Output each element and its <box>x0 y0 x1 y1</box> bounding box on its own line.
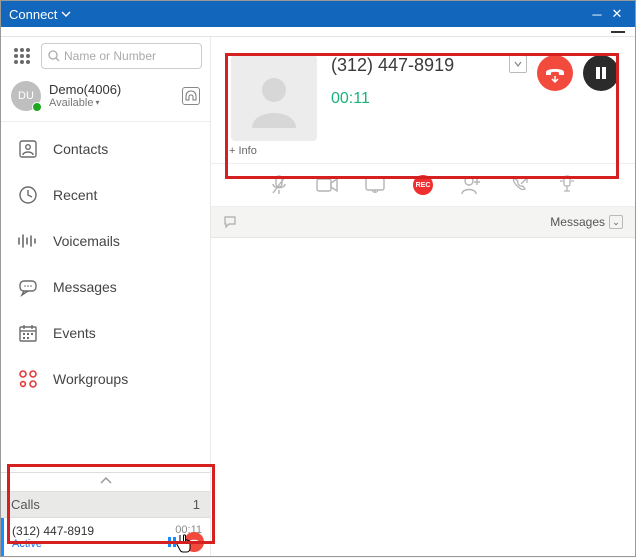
window-titlebar: Connect ─ ✕ <box>1 1 635 27</box>
messages-strip: Messages ⌄ <box>211 207 635 238</box>
hangup-icon <box>544 62 566 84</box>
caller-avatar <box>231 55 317 141</box>
active-call-card: (312) 447-8919 00:11 <box>211 37 635 145</box>
nav-label: Events <box>53 325 96 341</box>
calls-header[interactable]: Calls 1 <box>1 491 210 518</box>
nav-events[interactable]: Events <box>1 310 210 356</box>
nav-label: Recent <box>53 187 97 203</box>
transfer-button[interactable] <box>508 174 530 196</box>
user-avatar: DU <box>11 81 41 111</box>
video-button[interactable] <box>316 174 338 196</box>
sub-toolbar <box>1 27 635 37</box>
hangup-button[interactable] <box>537 55 573 91</box>
nav-label: Workgroups <box>53 371 128 387</box>
nav-label: Contacts <box>53 141 108 157</box>
minimize-button[interactable]: ─ <box>587 7 607 22</box>
app-title: Connect <box>9 7 57 22</box>
mini-hold-button[interactable] <box>162 532 182 552</box>
calls-panel: Calls 1 (312) 447-8919 00:11 Active <box>1 472 210 556</box>
voicemail-quick-icon[interactable] <box>182 87 200 105</box>
chevron-down-icon <box>514 60 522 68</box>
call-list-item[interactable]: (312) 447-8919 00:11 Active <box>1 518 210 556</box>
clock-icon <box>17 184 39 206</box>
calendar-icon <box>17 322 39 344</box>
info-expand[interactable]: + Info <box>211 145 635 163</box>
contacts-icon <box>17 138 39 160</box>
nav-recent[interactable]: Recent <box>1 172 210 218</box>
chevron-up-icon <box>99 476 113 486</box>
messages-label: Messages <box>550 215 605 229</box>
record-button[interactable]: REC <box>412 174 434 196</box>
nav-voicemails[interactable]: Voicemails <box>1 218 210 264</box>
screenshare-button[interactable] <box>364 174 386 196</box>
hold-button[interactable] <box>583 55 619 91</box>
chevron-down-icon[interactable] <box>61 9 71 19</box>
close-button[interactable]: ✕ <box>607 6 627 22</box>
search-input[interactable] <box>64 49 195 63</box>
presence-available-icon <box>32 102 42 112</box>
caller-number: (312) 447-8919 <box>331 55 454 76</box>
messages-icon <box>17 276 39 298</box>
mute-button[interactable] <box>268 174 290 196</box>
pause-icon <box>593 65 609 81</box>
calls-header-label: Calls <box>11 497 40 512</box>
nav-workgroups[interactable]: Workgroups <box>1 356 210 402</box>
user-initials: DU <box>18 90 34 102</box>
comment-icon[interactable] <box>223 215 237 229</box>
nav-list: Contacts Recent Voicemails Messages Even… <box>1 122 210 406</box>
voicemail-icon <box>17 230 39 252</box>
user-name: Demo(4006) <box>49 83 174 97</box>
user-status[interactable]: Available▾ <box>49 97 174 109</box>
call-options-dropdown[interactable] <box>509 55 527 73</box>
nav-contacts[interactable]: Contacts <box>1 126 210 172</box>
workgroups-icon <box>17 368 39 390</box>
calls-collapse-toggle[interactable] <box>1 473 210 491</box>
record-icon: REC <box>413 175 433 195</box>
chevron-down-icon: ⌄ <box>609 215 623 229</box>
nav-label: Messages <box>53 279 117 295</box>
current-user[interactable]: DU Demo(4006) Available▾ <box>1 75 210 122</box>
nav-label: Voicemails <box>53 233 120 249</box>
messages-dropdown[interactable]: Messages ⌄ <box>550 215 623 229</box>
main-panel: (312) 447-8919 00:11 + Info REC <box>211 37 635 556</box>
mini-hangup-button[interactable] <box>184 532 204 552</box>
search-box[interactable] <box>41 43 202 69</box>
collapse-handle-icon[interactable] <box>611 31 625 33</box>
call-item-number: (312) 447-8919 <box>12 524 94 538</box>
nav-messages[interactable]: Messages <box>1 264 210 310</box>
add-participant-button[interactable] <box>460 174 482 196</box>
park-button[interactable] <box>556 174 578 196</box>
call-toolbar: REC <box>211 163 635 207</box>
search-icon <box>48 50 60 62</box>
dialpad-button[interactable] <box>9 43 35 69</box>
calls-count: 1 <box>193 497 200 512</box>
sidebar: DU Demo(4006) Available▾ Contacts Recent <box>1 37 211 556</box>
call-timer: 00:11 <box>331 90 495 108</box>
